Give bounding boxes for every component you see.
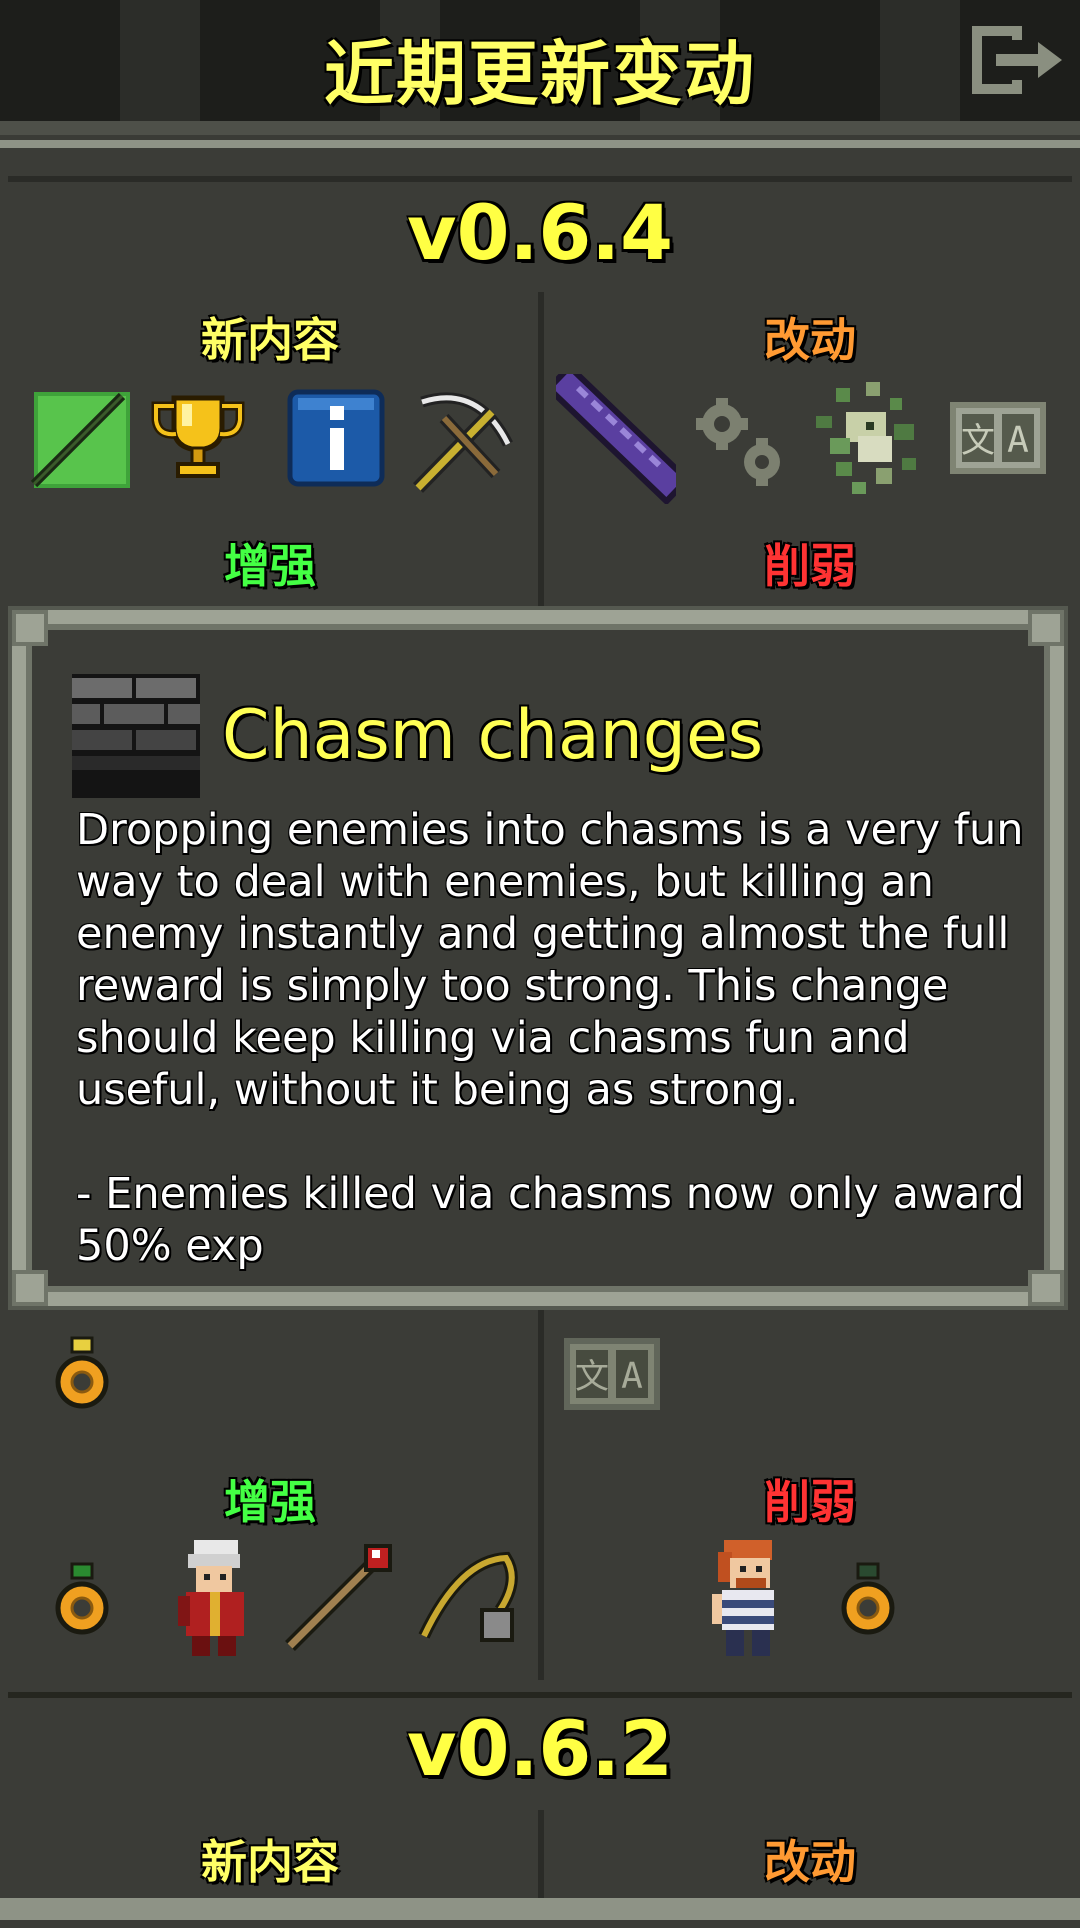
popup-corner <box>1028 610 1064 646</box>
wand-icon[interactable] <box>30 388 130 488</box>
chasm-icon <box>72 674 200 798</box>
popup-description: Dropping enemies into chasms is a very f… <box>76 805 1025 1271</box>
ring-icon[interactable] <box>50 1336 114 1416</box>
bottom-border <box>0 1898 1080 1920</box>
popup-title: Chasm changes <box>222 696 764 775</box>
popup-corner <box>1028 1270 1064 1306</box>
mage-hero-icon[interactable] <box>166 1536 262 1660</box>
exit-button[interactable] <box>966 22 1070 98</box>
staff-icon[interactable] <box>280 1540 396 1656</box>
section-nerfs-lower: 削弱 <box>764 1475 856 1529</box>
page-title: 近期更新变动 <box>324 33 756 115</box>
language-icon[interactable]: 文 A <box>564 1338 664 1414</box>
version-title: v0.6.2 <box>407 1704 673 1793</box>
version-separator <box>8 1692 1072 1698</box>
version-title: v0.6.4 <box>407 188 673 277</box>
popup-corner <box>12 1270 48 1306</box>
whip-icon[interactable] <box>410 1540 526 1656</box>
svg-text:A: A <box>1007 420 1029 461</box>
ring-icon[interactable] <box>836 1560 900 1640</box>
section-buffs-lower: 增强 <box>224 1475 316 1529</box>
section-new-content: 新内容 <box>201 1835 339 1889</box>
section-nerfs: 削弱 <box>764 539 856 593</box>
language-icon[interactable]: 文 A <box>950 402 1050 502</box>
section-new-content: 新内容 <box>201 313 339 367</box>
exit-icon <box>972 26 1062 94</box>
purple-wand-icon[interactable] <box>544 362 692 506</box>
svg-text:A: A <box>621 1356 643 1397</box>
ring-icon[interactable] <box>50 1560 114 1640</box>
section-buffs: 增强 <box>224 539 316 593</box>
warrior-hero-icon[interactable] <box>700 1536 796 1660</box>
info-icon[interactable] <box>286 388 386 488</box>
plant-icon[interactable] <box>806 378 916 494</box>
section-changes: 改动 <box>764 313 856 367</box>
svg-text:文: 文 <box>961 421 995 461</box>
popup-corner <box>12 610 48 646</box>
crossbow-icon[interactable] <box>408 384 513 493</box>
svg-text:文: 文 <box>575 1357 609 1397</box>
change-detail-popup[interactable]: Chasm changes Dropping enemies into chas… <box>12 610 1064 1306</box>
section-changes: 改动 <box>764 1835 856 1889</box>
gears-icon[interactable] <box>690 396 790 496</box>
trophy-icon[interactable] <box>148 388 248 488</box>
